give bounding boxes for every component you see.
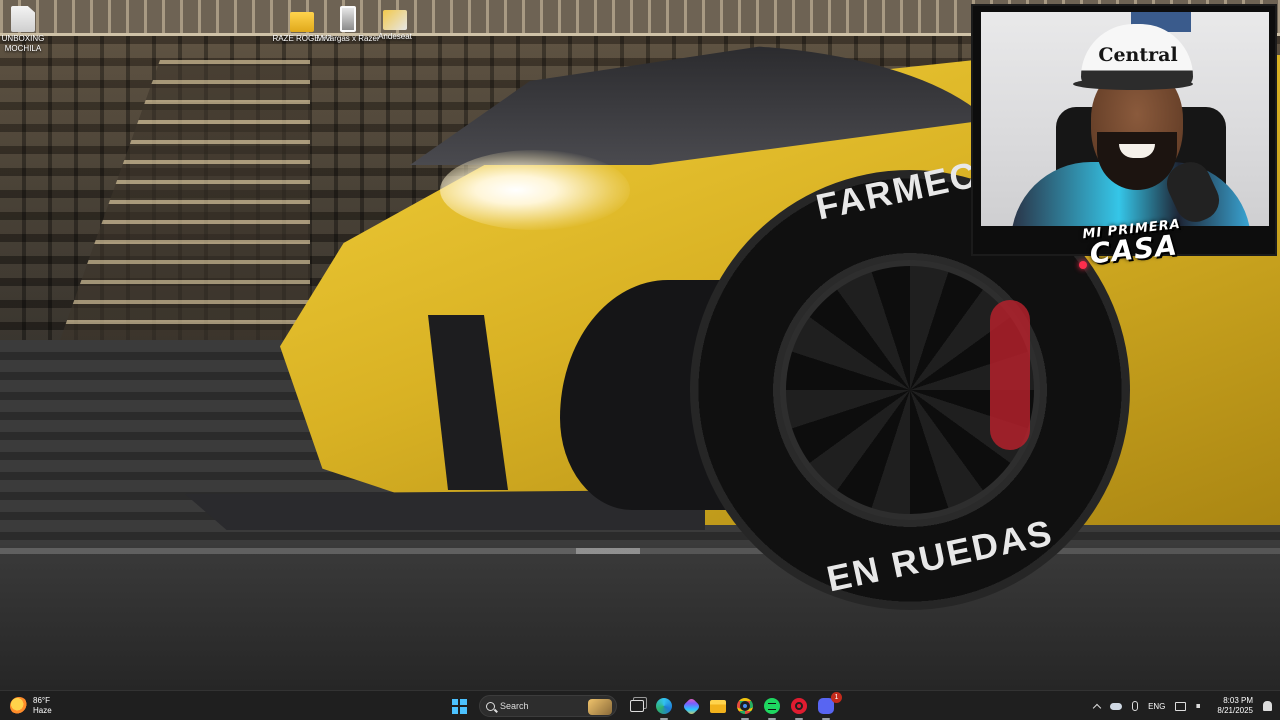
copilot-icon <box>681 696 701 716</box>
edge-button[interactable] <box>653 695 675 720</box>
weather-text: 86°F Haze <box>33 696 52 716</box>
chrome-button[interactable] <box>734 695 756 720</box>
task-view-button[interactable] <box>626 695 648 717</box>
weather-widget[interactable]: 86°F Haze <box>10 694 52 718</box>
opera-icon <box>791 698 807 714</box>
search-icon <box>486 701 495 711</box>
road-surface <box>0 545 1280 690</box>
desktop-icon-label: UNBOXING MOCHILA <box>1 34 45 53</box>
clock-date: 8/21/2025 <box>1217 706 1253 715</box>
chrome-icon <box>737 698 753 714</box>
file-explorer-icon <box>710 699 726 713</box>
system-tray: ENG 8:03 PM 8/21/2025 <box>1092 694 1272 718</box>
copilot-button[interactable] <box>680 695 702 717</box>
desktop-icon-unboxing-mochila[interactable]: UNBOXING MOCHILA <box>0 6 58 54</box>
weather-icon <box>10 697 28 715</box>
search-highlight-icon <box>588 699 612 715</box>
clock-time: 8:03 PM <box>1223 696 1253 705</box>
start-button[interactable] <box>448 695 470 717</box>
onedrive-cloud-icon[interactable] <box>1110 702 1123 710</box>
notification-bell-icon[interactable] <box>1263 701 1272 711</box>
windows-logo-icon <box>451 698 467 714</box>
live-indicator-dot <box>1079 261 1087 269</box>
cap-logo-text: Central <box>1098 44 1178 66</box>
photo-icon <box>340 6 356 32</box>
desktop-icon-label: Andeseat <box>378 32 412 41</box>
brake-caliper <box>990 300 1030 450</box>
weather-temp: 86°F <box>33 696 50 705</box>
spotify-button[interactable] <box>761 695 783 720</box>
show-hidden-icons-chevron-icon[interactable] <box>1092 703 1102 713</box>
spotify-icon <box>764 698 780 714</box>
road-line <box>0 548 1280 554</box>
edge-icon <box>656 698 672 714</box>
search-label: Search <box>500 701 529 711</box>
weather-condition: Haze <box>33 706 52 715</box>
webcam-feed: Central <box>981 12 1269 226</box>
webcam-cap-brim <box>1073 78 1193 90</box>
discord-button[interactable]: 1 <box>815 692 842 720</box>
opera-button[interactable] <box>788 695 810 720</box>
desktop-icon-andeseat[interactable]: Andeseat <box>360 6 430 42</box>
taskbar-center: Search 1 <box>448 692 842 720</box>
webcam-overlay: Central MI PRIMERA CASA <box>971 4 1277 270</box>
file-icon <box>11 6 35 32</box>
car-headlight <box>440 150 630 230</box>
notification-badge: 1 <box>831 692 842 703</box>
file-explorer-button[interactable] <box>707 695 729 717</box>
volume-icon[interactable] <box>1196 701 1205 711</box>
microphone-icon[interactable] <box>1132 701 1139 711</box>
network-icon[interactable] <box>1175 701 1187 711</box>
folder-icon <box>290 12 314 32</box>
clock[interactable]: 8:03 PM 8/21/2025 <box>1217 696 1253 716</box>
task-view-icon <box>630 700 644 712</box>
taskbar-search[interactable]: Search <box>479 695 617 717</box>
taskbar: 86°F Haze Search 1 ENG 8:03 PM 8/21/2025 <box>0 690 1280 720</box>
language-indicator[interactable]: ENG <box>1148 702 1165 711</box>
app-icon <box>383 10 407 30</box>
